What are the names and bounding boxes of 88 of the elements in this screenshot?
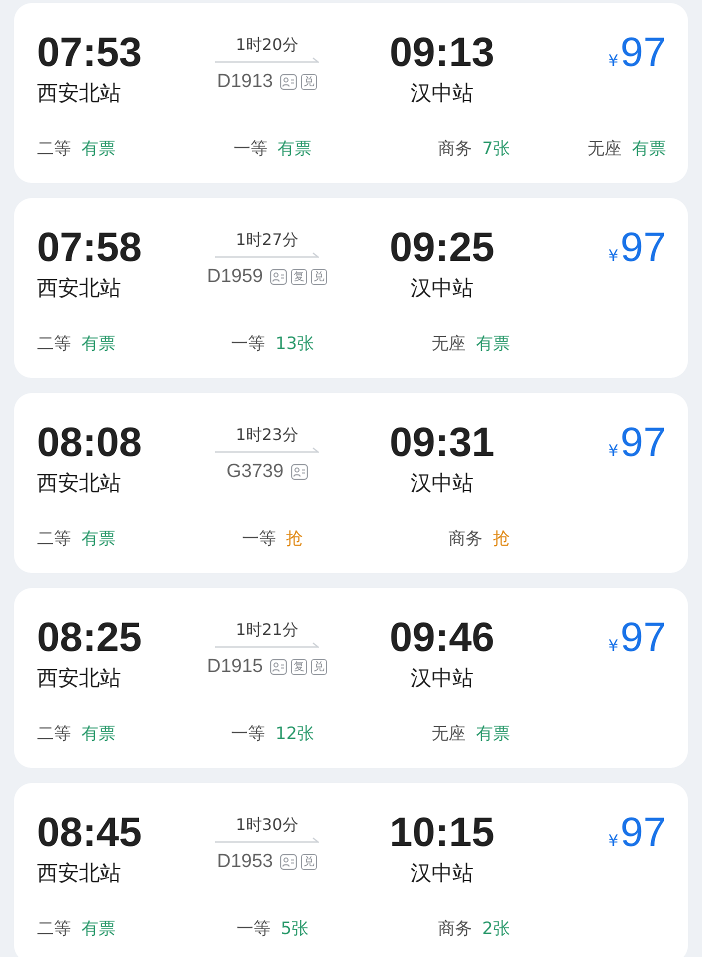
duration: 1时27分 [236, 230, 298, 250]
arrival-station: 汉中站 [410, 470, 474, 497]
seat-class: 商务 [438, 139, 472, 159]
arrival-station: 汉中站 [410, 275, 474, 302]
seat-availability: 13张 [275, 334, 314, 354]
arrival-time: 09:46 [390, 614, 494, 660]
ticket-tag: 兑 [301, 74, 317, 90]
departure-time: 08:08 [37, 419, 143, 465]
seat-availability: 5张 [280, 919, 309, 939]
seat-availability: 抢 [493, 529, 510, 549]
departure-time: 07:58 [37, 224, 143, 270]
arrival-time: 09:13 [390, 29, 494, 75]
seat-availability: 抢 [286, 529, 304, 549]
price: 97 [620, 419, 666, 465]
seat-class: 一等 [233, 139, 268, 159]
seat-class: 无座 [432, 724, 466, 744]
train-card[interactable]: 08:08 西安北站 1时23分 G3739 09:31 汉中站 ¥97 二等 有票 一等 抢 商务 抢 [14, 393, 688, 573]
arrival-station: 汉中站 [410, 80, 474, 107]
seat-class: 一等 [230, 334, 265, 354]
arrival-time: 09:31 [390, 419, 494, 465]
currency-sign: ¥ [608, 441, 618, 460]
train-number: D1959 [207, 266, 263, 288]
seat-class: 一等 [242, 529, 276, 549]
seat-availability: 有票 [81, 724, 116, 744]
seat-availability: 12张 [275, 724, 314, 744]
train-number: G3739 [226, 461, 284, 483]
departure-time: 08:45 [37, 809, 143, 855]
seat-availability: 有票 [632, 139, 666, 159]
seat-class: 无座 [588, 139, 622, 159]
seat-class: 二等 [37, 724, 71, 744]
arrival-station: 汉中站 [410, 665, 474, 692]
price: 97 [620, 224, 666, 270]
departure-station: 西安北站 [37, 80, 122, 107]
seat-class: 一等 [236, 919, 270, 939]
seat-class: 一等 [230, 724, 265, 744]
arrival-time: 09:25 [390, 224, 494, 270]
train-card[interactable]: 07:58 西安北站 1时27分 D1959 复 兑 09:25 汉中站 ¥97 二等 有票 一等 13张 无座 有票 [14, 198, 688, 378]
duration: 1时21分 [236, 620, 298, 640]
seat-availability: 7张 [482, 139, 510, 159]
price: 97 [620, 614, 666, 660]
seat-class: 无座 [432, 334, 466, 354]
ticket-tag: 兑 [311, 659, 327, 675]
seat-availability: 有票 [81, 919, 116, 939]
train-card[interactable]: 07:53 西安北站 1时20分 D1913 兑 09:13 汉中站 ¥97 二等 有票 一等 有票 商务 7张 无座 有票 [14, 3, 688, 183]
train-card[interactable]: 08:45 西安北站 1时30分 D1953 兑 10:15 汉中站 ¥97 二等 有票 一等 5张 商务 2张 [14, 783, 688, 957]
id-card-icon [270, 269, 287, 285]
id-card-icon [290, 464, 308, 480]
currency-sign: ¥ [608, 636, 618, 655]
price: 97 [620, 809, 666, 855]
seat-availability: 有票 [81, 529, 116, 549]
seat-availability: 有票 [476, 724, 510, 744]
seat-availability: 2张 [482, 919, 510, 939]
seat-availability: 有票 [278, 139, 312, 159]
departure-station: 西安北站 [37, 860, 122, 887]
seat-class: 二等 [37, 139, 71, 159]
currency-sign: ¥ [608, 51, 618, 70]
train-number: D1915 [207, 656, 263, 678]
ticket-tag: 兑 [311, 269, 327, 285]
currency-sign: ¥ [608, 246, 618, 265]
seat-availability: 有票 [81, 139, 116, 159]
seat-class: 二等 [37, 919, 71, 939]
duration: 1时30分 [236, 815, 298, 835]
departure-station: 西安北站 [37, 470, 122, 497]
departure-time: 08:25 [37, 614, 143, 660]
departure-time: 07:53 [37, 29, 143, 75]
train-card[interactable]: 08:25 西安北站 1时21分 D1915 复 兑 09:46 汉中站 ¥97 二等 有票 一等 12张 无座 有票 [14, 588, 688, 768]
seat-availability: 有票 [81, 334, 116, 354]
arrival-time: 10:15 [390, 809, 494, 855]
seat-class: 二等 [37, 334, 71, 354]
duration: 1时23分 [236, 425, 298, 445]
ticket-tag: 兑 [301, 854, 317, 870]
departure-station: 西安北站 [37, 665, 122, 692]
id-card-icon [270, 659, 287, 675]
departure-station: 西安北站 [37, 275, 122, 302]
id-card-icon [280, 74, 297, 90]
id-card-icon [280, 854, 297, 870]
seat-class: 商务 [448, 529, 483, 549]
price: 97 [620, 29, 666, 75]
duration: 1时20分 [236, 35, 298, 55]
seat-availability: 有票 [476, 334, 510, 354]
train-number: D1953 [217, 851, 273, 873]
arrival-station: 汉中站 [410, 860, 474, 887]
train-number: D1913 [217, 71, 273, 93]
ticket-tag: 复 [291, 269, 307, 285]
currency-sign: ¥ [608, 831, 618, 850]
seat-class: 二等 [37, 529, 71, 549]
ticket-tag: 复 [291, 659, 307, 675]
seat-class: 商务 [438, 919, 472, 939]
